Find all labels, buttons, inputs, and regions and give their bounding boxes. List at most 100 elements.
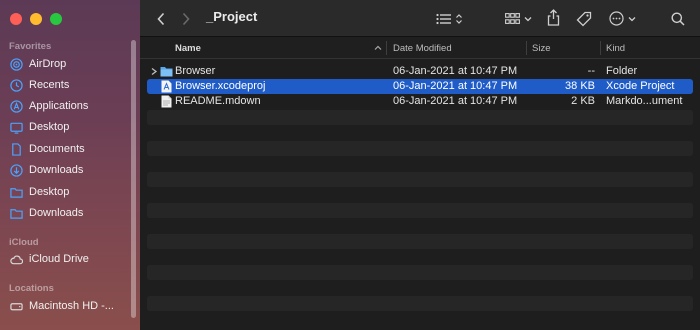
column-kind-label: Kind bbox=[606, 42, 626, 54]
sidebar-section-locations: Locations bbox=[9, 283, 54, 294]
zoom-window-button[interactable] bbox=[50, 13, 62, 25]
file-kind: Folder bbox=[606, 65, 638, 77]
share-icon bbox=[547, 9, 560, 26]
group-button[interactable] bbox=[505, 10, 532, 27]
cloud-icon bbox=[10, 255, 23, 264]
column-divider[interactable] bbox=[386, 41, 387, 55]
sidebar-item-label: Desktop bbox=[29, 186, 70, 198]
sidebar-item-icloud-drive[interactable]: iCloud Drive bbox=[10, 250, 89, 268]
file-date: 06-Jan-2021 at 10:47 PM bbox=[393, 65, 518, 77]
sidebar-item-label: Applications bbox=[29, 100, 89, 112]
empty-row-stripe bbox=[147, 265, 693, 280]
sort-ascending-icon bbox=[374, 45, 382, 50]
list-view-icon bbox=[436, 13, 451, 24]
file-name: Browser.xcodeproj bbox=[175, 80, 266, 92]
sidebar-item-label: AirDrop bbox=[29, 58, 67, 70]
sidebar-item-desktop-2[interactable]: Desktop bbox=[10, 183, 69, 201]
sidebar-item-label: Downloads bbox=[29, 164, 84, 176]
file-size: 38 KB bbox=[565, 80, 595, 92]
column-size-label: Size bbox=[532, 42, 551, 54]
file-kind: Markdo...ument bbox=[606, 95, 683, 107]
sidebar-item-applications[interactable]: Applications bbox=[10, 97, 88, 115]
column-header-name[interactable]: Name bbox=[175, 37, 385, 59]
share-button[interactable] bbox=[547, 9, 560, 26]
sidebar-scrollbar[interactable] bbox=[131, 40, 136, 318]
file-row-readme[interactable]: README.mdown 06-Jan-2021 at 10:47 PM 2 K… bbox=[147, 94, 693, 109]
file-name: Browser bbox=[175, 65, 216, 77]
empty-row-stripe bbox=[147, 296, 693, 311]
file-size: 2 KB bbox=[571, 95, 595, 107]
minimize-window-button[interactable] bbox=[30, 13, 42, 25]
file-list: Browser 06-Jan-2021 at 10:47 PM -- Folde… bbox=[140, 59, 700, 330]
tags-button[interactable] bbox=[576, 10, 592, 27]
column-divider[interactable] bbox=[600, 41, 601, 55]
chevron-down-icon bbox=[524, 16, 532, 21]
empty-row-stripe bbox=[147, 203, 693, 218]
document-icon bbox=[12, 142, 21, 156]
sidebar-item-macintosh-hd[interactable]: Macintosh HD -... bbox=[10, 297, 114, 315]
sidebar-item-downloads-2[interactable]: Downloads bbox=[10, 204, 83, 222]
clock-icon bbox=[10, 78, 23, 92]
sidebar-item-recents[interactable]: Recents bbox=[10, 76, 69, 94]
sidebar-section-favorites: Favorites bbox=[9, 41, 52, 52]
forward-button[interactable] bbox=[181, 10, 191, 27]
document-icon bbox=[161, 95, 172, 108]
file-size: -- bbox=[587, 65, 595, 77]
file-date: 06-Jan-2021 at 10:47 PM bbox=[393, 80, 518, 92]
folder-icon bbox=[10, 187, 23, 198]
view-list-button[interactable] bbox=[436, 10, 463, 27]
close-window-button[interactable] bbox=[10, 13, 22, 25]
xcode-project-icon bbox=[161, 80, 172, 93]
sidebar-item-downloads[interactable]: Downloads bbox=[10, 161, 83, 179]
empty-row-stripe bbox=[147, 141, 693, 156]
column-name-label: Name bbox=[175, 42, 201, 54]
grid-icon bbox=[505, 12, 520, 24]
sidebar-item-label: iCloud Drive bbox=[29, 253, 89, 265]
folder-icon bbox=[10, 208, 23, 219]
airdrop-icon bbox=[10, 57, 23, 71]
column-divider[interactable] bbox=[526, 41, 527, 55]
empty-row-stripe bbox=[147, 172, 693, 187]
sidebar-item-label: Documents bbox=[29, 143, 85, 155]
sidebar-item-label: Downloads bbox=[29, 207, 84, 219]
disk-icon bbox=[10, 302, 23, 310]
sidebar-item-label: Macintosh HD -... bbox=[29, 300, 114, 312]
more-actions-button[interactable] bbox=[609, 10, 636, 27]
file-row-browser[interactable]: Browser 06-Jan-2021 at 10:47 PM -- Folde… bbox=[147, 64, 693, 79]
folder-icon bbox=[160, 67, 173, 77]
window-controls bbox=[10, 13, 62, 25]
desktop-icon bbox=[10, 122, 23, 134]
empty-row-stripe bbox=[147, 234, 693, 249]
download-icon bbox=[10, 163, 23, 177]
chevron-down-icon bbox=[628, 16, 636, 21]
column-header: Name Date Modified Size Kind bbox=[140, 37, 700, 59]
window-title: _Project bbox=[206, 9, 258, 24]
file-row-browser-xcodeproj[interactable]: Browser.xcodeproj 06-Jan-2021 at 10:47 P… bbox=[147, 79, 693, 94]
sidebar-item-desktop[interactable]: Desktop bbox=[10, 118, 69, 136]
file-date: 06-Jan-2021 at 10:47 PM bbox=[393, 95, 518, 107]
search-button[interactable] bbox=[671, 10, 685, 27]
tag-icon bbox=[576, 11, 592, 26]
back-button[interactable] bbox=[156, 10, 166, 27]
sidebar: Favorites AirDrop Recents Applications D… bbox=[0, 0, 140, 330]
sidebar-item-airdrop[interactable]: AirDrop bbox=[10, 55, 66, 73]
file-kind: Xcode Project bbox=[606, 80, 675, 92]
column-date-label: Date Modified bbox=[393, 42, 452, 54]
sidebar-section-icloud: iCloud bbox=[9, 237, 39, 248]
column-header-size[interactable]: Size bbox=[532, 37, 592, 59]
sidebar-item-label: Recents bbox=[29, 79, 70, 91]
file-name: README.mdown bbox=[175, 95, 261, 107]
applications-icon bbox=[10, 99, 23, 113]
empty-row-stripe bbox=[147, 110, 693, 125]
disclosure-triangle-icon[interactable] bbox=[150, 67, 158, 76]
sidebar-item-documents[interactable]: Documents bbox=[10, 140, 85, 158]
search-icon bbox=[671, 12, 685, 26]
sidebar-item-label: Desktop bbox=[29, 121, 70, 133]
column-header-date[interactable]: Date Modified bbox=[393, 37, 523, 59]
chevron-right-icon bbox=[182, 12, 190, 25]
ellipsis-circle-icon bbox=[609, 11, 624, 26]
chevron-left-icon bbox=[157, 12, 165, 25]
up-down-chevron-icon bbox=[456, 13, 462, 24]
toolbar: _Project bbox=[140, 0, 700, 37]
column-header-kind[interactable]: Kind bbox=[606, 37, 686, 59]
